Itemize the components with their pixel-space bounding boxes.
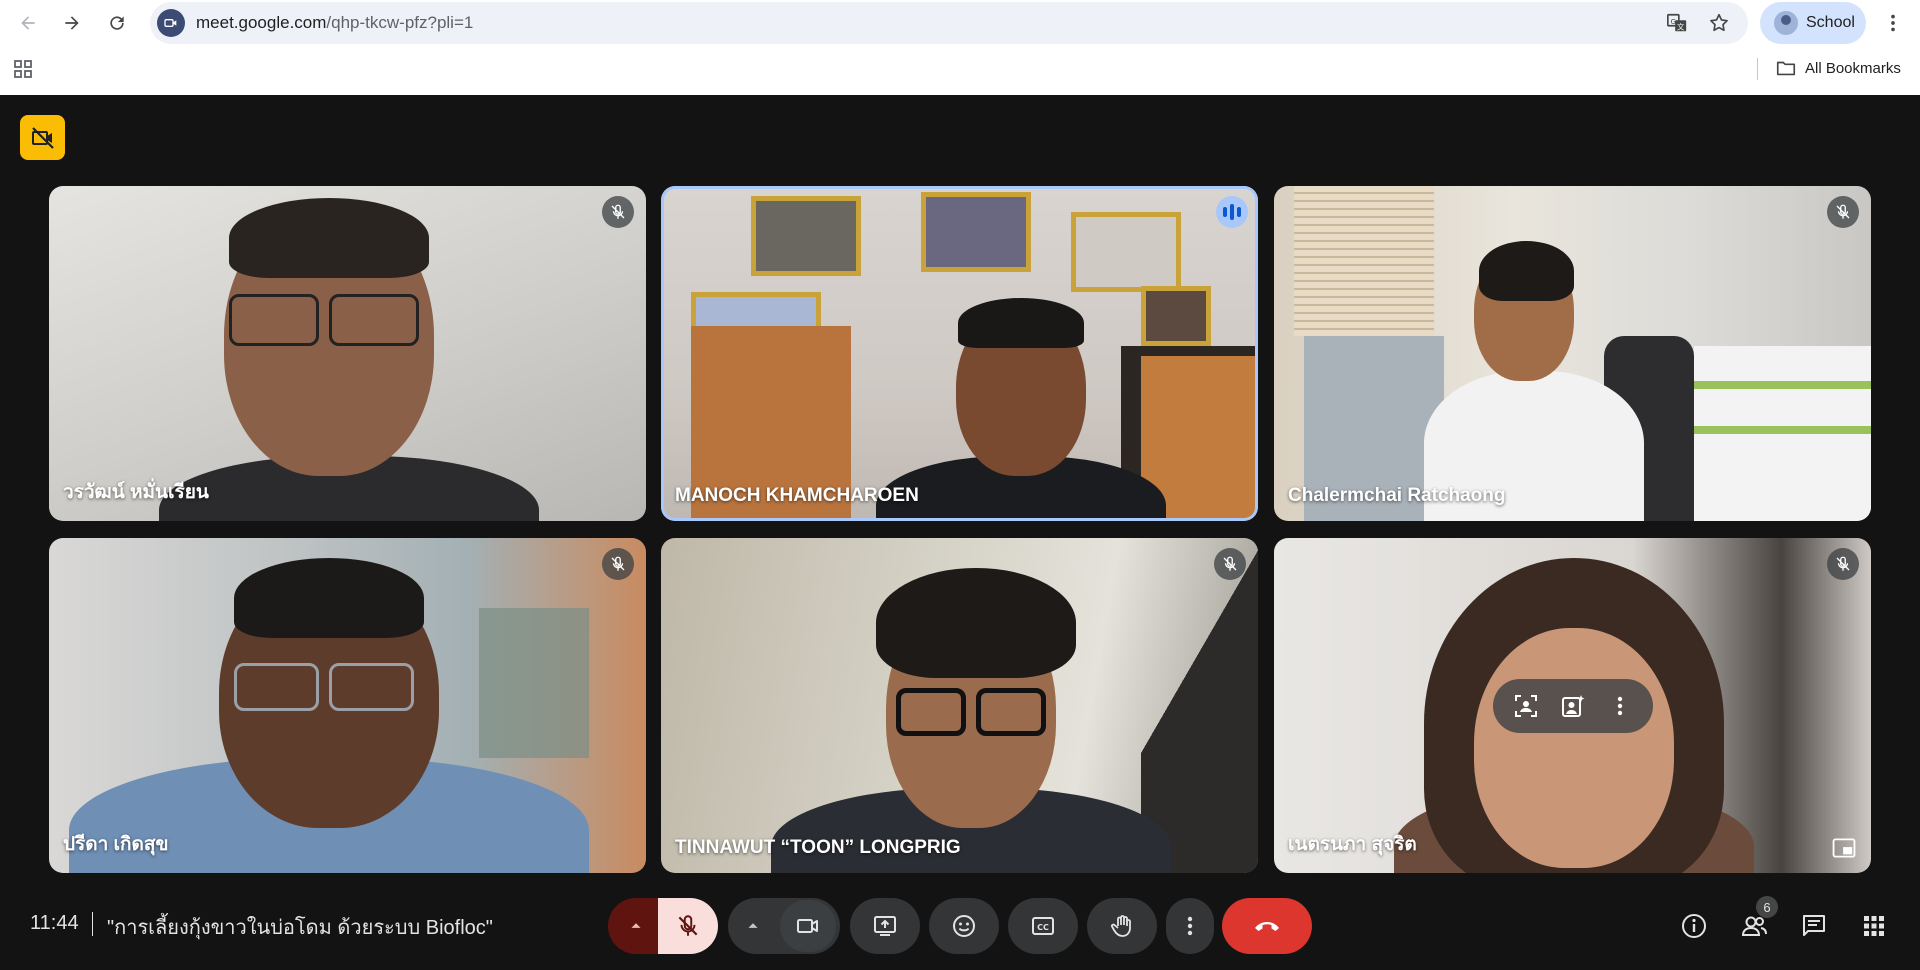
- mic-off-icon: [1214, 548, 1246, 580]
- more-icon[interactable]: [1166, 898, 1214, 954]
- add-effects-icon[interactable]: [1557, 690, 1589, 722]
- chat-icon[interactable]: [1796, 908, 1832, 944]
- camera-off-indicator-icon[interactable]: [20, 115, 65, 160]
- address-bar[interactable]: meet.google.com/qhp-tkcw-pfz?pli=1 G文: [150, 2, 1748, 44]
- mic-off-icon: [1827, 196, 1859, 228]
- participant-name: MANOCH KHAMCHAROEN: [675, 485, 919, 506]
- participant-tile[interactable]: Chalermchai Ratchaong: [1274, 186, 1871, 521]
- mic-off-icon: [602, 548, 634, 580]
- folder-icon: [1776, 61, 1796, 76]
- avatar: [1774, 11, 1798, 35]
- mic-off-icon[interactable]: [658, 898, 718, 954]
- speaking-indicator-icon: [1216, 196, 1248, 228]
- participant-tile[interactable]: TINNAWUT “TOON” LONGPRIG: [661, 538, 1258, 873]
- camera-icon[interactable]: [780, 900, 836, 952]
- all-bookmarks-label: All Bookmarks: [1805, 59, 1901, 77]
- emoji-icon[interactable]: [929, 898, 999, 954]
- participant-count-badge: 6: [1756, 896, 1778, 918]
- meeting-title: "การเลี้ยงกุ้งขาวในบ่อโดม ด้วยระบบ Biofl…: [107, 917, 493, 939]
- star-icon[interactable]: [1707, 11, 1731, 35]
- tile-hover-toolbar: [1493, 679, 1653, 733]
- svg-text:文: 文: [1677, 22, 1685, 31]
- bookmarks-bar: All Bookmarks: [0, 50, 1920, 88]
- mic-off-icon: [1827, 548, 1859, 580]
- forward-icon[interactable]: [57, 8, 87, 38]
- translate-icon[interactable]: G文: [1665, 11, 1689, 35]
- url-host: meet.google.com: [196, 13, 327, 32]
- clock-separator: [92, 912, 93, 936]
- participant-tile[interactable]: ปรีดา เกิดสุข: [49, 538, 646, 873]
- camera-options-icon[interactable]: [728, 898, 778, 954]
- camera-control: [728, 898, 840, 954]
- browser-menu-icon[interactable]: [1880, 10, 1906, 36]
- back-icon[interactable]: [13, 8, 43, 38]
- profile-chip[interactable]: School: [1760, 2, 1866, 44]
- participant-name: ปรีดา เกิดสุข: [63, 834, 169, 855]
- picture-in-picture-icon[interactable]: [1829, 835, 1859, 861]
- url-path: /qhp-tkcw-pfz?pli=1: [326, 13, 474, 32]
- svg-text:G: G: [1670, 17, 1676, 26]
- reload-icon[interactable]: [102, 8, 132, 38]
- meeting-controls-bar: 11:44 "การเลี้ยงกุ้งขาวในบ่อโดม ด้วยระบบ…: [0, 880, 1920, 970]
- frame-person-icon[interactable]: [1510, 690, 1542, 722]
- browser-chrome: meet.google.com/qhp-tkcw-pfz?pli=1 G文 Sc…: [0, 0, 1920, 95]
- activities-icon[interactable]: [1856, 908, 1892, 944]
- participant-name: TINNAWUT “TOON” LONGPRIG: [675, 837, 961, 858]
- svg-text:CC: CC: [1037, 923, 1049, 932]
- captions-icon[interactable]: CC: [1008, 898, 1078, 954]
- present-icon[interactable]: [850, 898, 920, 954]
- raise-hand-icon[interactable]: [1087, 898, 1157, 954]
- participant-name: วรวัฒน์ หมั่นเรียน: [63, 482, 209, 503]
- apps-grid-icon[interactable]: [12, 58, 34, 80]
- end-call-icon[interactable]: [1222, 898, 1312, 954]
- info-icon[interactable]: [1676, 908, 1712, 944]
- participant-name: Chalermchai Ratchaong: [1288, 485, 1506, 506]
- all-bookmarks-button[interactable]: All Bookmarks: [1775, 57, 1901, 79]
- meet-stage: วรวัฒน์ หมั่นเรียน MANOCH KHAMCHAROEN Ch…: [0, 95, 1920, 970]
- bookmarks-separator: [1757, 58, 1758, 80]
- mic-off-icon: [602, 196, 634, 228]
- more-options-icon[interactable]: [1604, 690, 1636, 722]
- site-info-icon[interactable]: [157, 9, 185, 37]
- url-text[interactable]: meet.google.com/qhp-tkcw-pfz?pli=1: [196, 13, 473, 33]
- browser-toolbar: meet.google.com/qhp-tkcw-pfz?pli=1 G文 Sc…: [0, 0, 1920, 46]
- meeting-clock: 11:44: [30, 912, 79, 934]
- participant-name: เนตรนภา สุจริต: [1288, 834, 1417, 855]
- profile-label: School: [1806, 14, 1855, 31]
- participant-tile-self[interactable]: เนตรนภา สุจริต: [1274, 538, 1871, 873]
- participant-tile[interactable]: วรวัฒน์ หมั่นเรียน: [49, 186, 646, 521]
- microphone-control: [608, 898, 718, 954]
- participant-tile-active-speaker[interactable]: MANOCH KHAMCHAROEN: [661, 186, 1258, 521]
- mic-options-icon[interactable]: [608, 898, 663, 954]
